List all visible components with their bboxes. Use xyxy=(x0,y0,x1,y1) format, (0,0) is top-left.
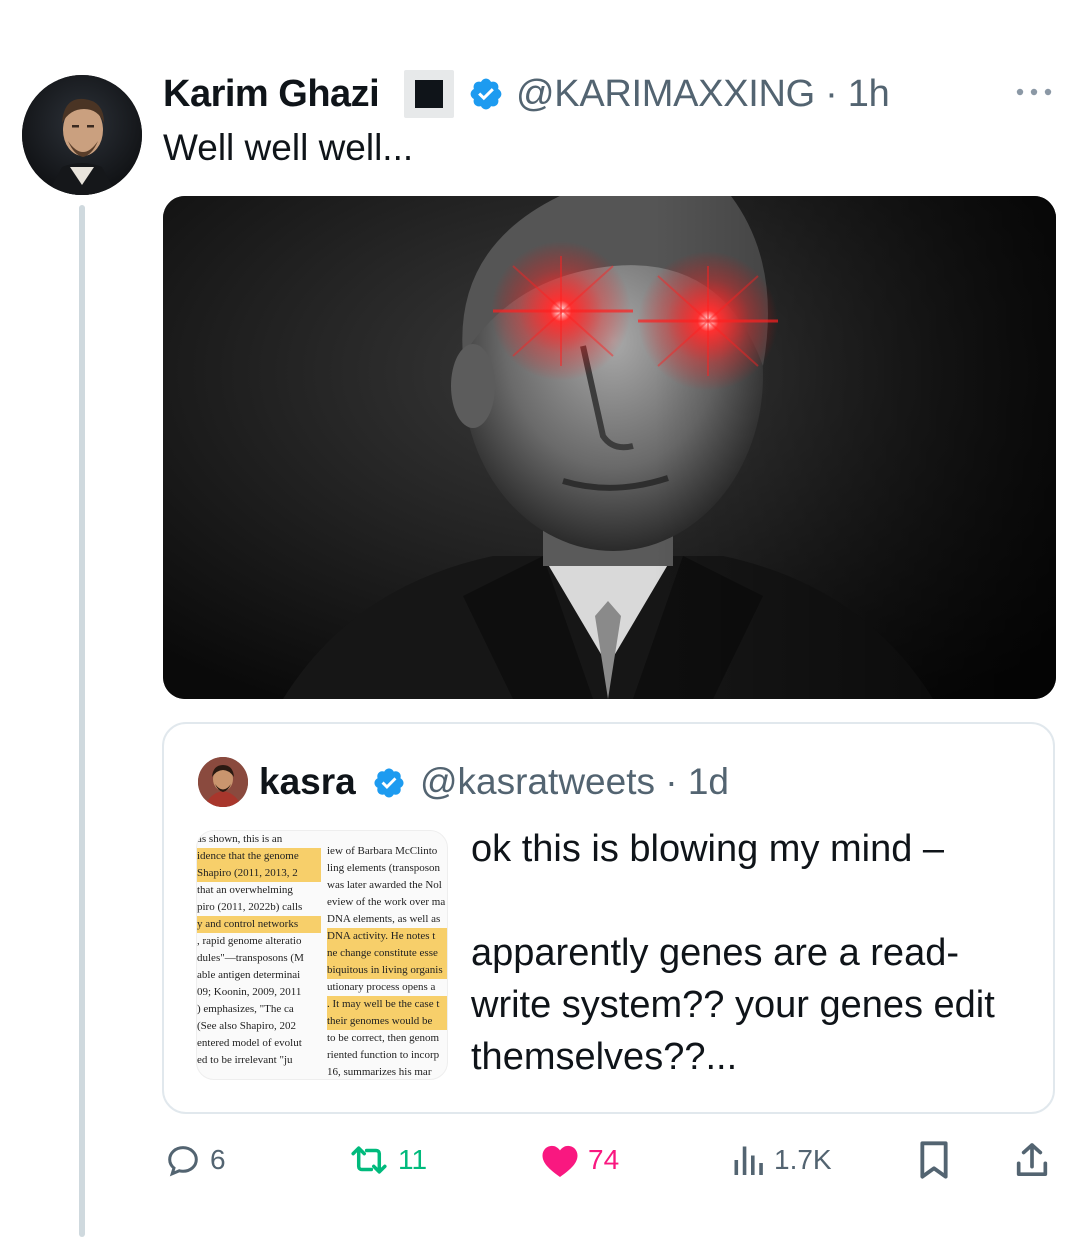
share-icon xyxy=(1016,1143,1048,1176)
author-avatar[interactable] xyxy=(22,75,142,195)
bookmark-button[interactable] xyxy=(916,1140,952,1180)
like-count: 74 xyxy=(588,1144,620,1175)
bookmark-icon xyxy=(920,1141,948,1179)
quoted-tweet-text: ok this is blowing my mind – apparently … xyxy=(471,823,1031,1083)
author-avatar-image xyxy=(22,75,142,195)
tweet-text: Well well well... xyxy=(163,127,414,168)
verified-badge-icon xyxy=(470,78,502,110)
quoted-text-line1: ok this is blowing my mind – xyxy=(471,828,945,870)
author-name[interactable]: Karim Ghazi xyxy=(163,70,380,118)
share-button[interactable] xyxy=(1012,1140,1052,1180)
views-button[interactable]: 1.7K xyxy=(730,1140,832,1180)
author-handle-time[interactable]: @KARIMAXXING · 1h xyxy=(516,70,890,118)
quoted-author-avatar[interactable] xyxy=(198,757,248,807)
document-column-right: iew of Barbara McClinto ling elements (t… xyxy=(327,843,447,1079)
heart-icon xyxy=(542,1145,578,1177)
quoted-avatar-image xyxy=(198,757,248,807)
reply-button[interactable]: 6 xyxy=(164,1140,226,1180)
quoted-author-name[interactable]: kasra xyxy=(259,758,356,806)
thread-line xyxy=(79,205,85,1237)
verified-badge-icon xyxy=(374,768,404,798)
document-column-left: as shown, this is an idence that the gen… xyxy=(197,831,321,1069)
repost-icon xyxy=(351,1146,387,1174)
quoted-text-line2: apparently genes are a read-write system… xyxy=(471,932,995,1078)
reply-count: 6 xyxy=(210,1144,226,1175)
tweet-image[interactable] xyxy=(163,196,1056,699)
more-dots-icon[interactable] xyxy=(1014,82,1054,102)
black-square-emoji xyxy=(404,70,454,118)
repost-button[interactable]: 11 xyxy=(348,1140,427,1180)
quoted-tweet-thumbnail[interactable]: as shown, this is an idence that the gen… xyxy=(196,830,448,1080)
reply-icon xyxy=(168,1146,198,1177)
views-icon xyxy=(734,1146,763,1175)
view-count: 1.7K xyxy=(774,1144,832,1175)
like-button[interactable]: 74 xyxy=(540,1140,619,1180)
laser-eyes-portrait-image xyxy=(163,196,1056,699)
repost-count: 11 xyxy=(398,1144,428,1175)
quoted-author-handle-time[interactable]: @kasratweets · 1d xyxy=(420,758,729,806)
